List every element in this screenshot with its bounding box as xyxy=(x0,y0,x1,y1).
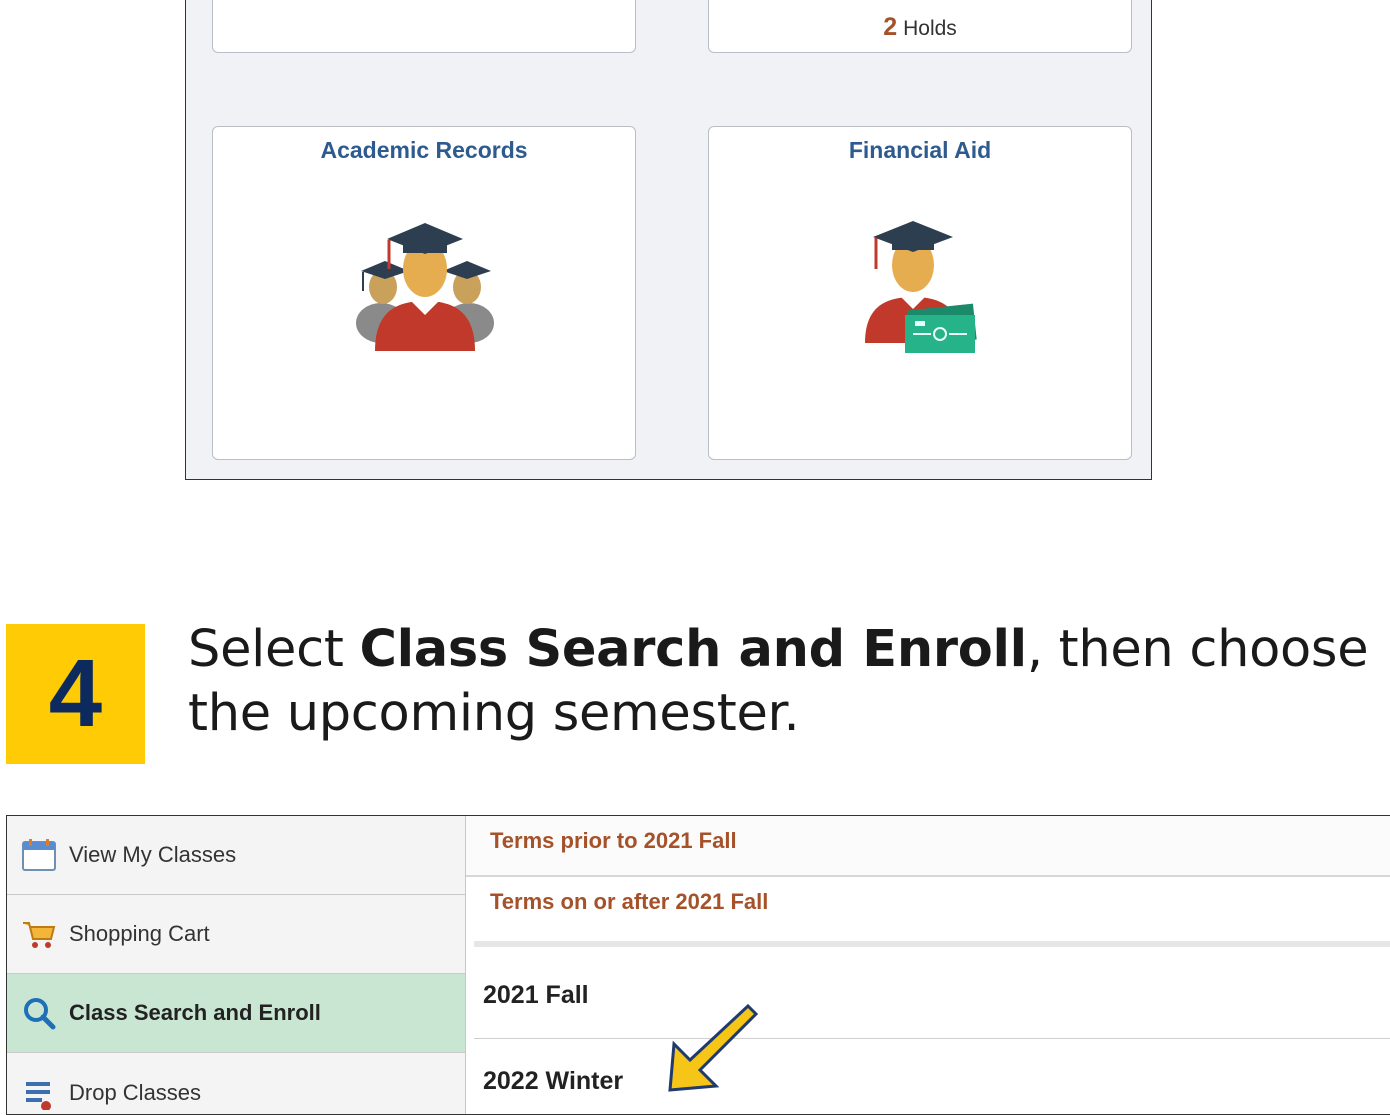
nav-item-view-my-classes[interactable]: View My Classes xyxy=(7,816,465,895)
terms-after-header[interactable]: Terms on or after 2021 Fall xyxy=(466,877,1390,938)
section-divider xyxy=(474,941,1390,947)
holds-summary: 2 Holds xyxy=(709,13,1131,42)
holds-tile[interactable]: 2 Holds xyxy=(708,0,1132,53)
nav-item-label: Class Search and Enroll xyxy=(69,1000,321,1025)
term-row-2021-fall[interactable]: 2021 Fall xyxy=(474,953,1390,1038)
term-row-2022-winter[interactable]: 2022 Winter xyxy=(474,1038,1390,1114)
holds-label: Holds xyxy=(903,17,957,40)
financial-aid-tile[interactable]: Financial Aid xyxy=(708,126,1132,460)
financial-aid-title: Financial Aid xyxy=(848,137,992,163)
calendar-icon xyxy=(19,835,59,875)
academic-records-tile[interactable]: Academic Records xyxy=(212,126,636,460)
left-nav: View My Classes Shopping Cart Class Sear… xyxy=(7,816,466,1114)
step-text-bold: Class Search and Enroll xyxy=(359,620,1027,679)
term-label: 2022 Winter xyxy=(483,1066,624,1095)
term-panel: Terms prior to 2021 Fall Terms on or aft… xyxy=(466,816,1390,1114)
nav-item-label: View My Classes xyxy=(69,842,237,867)
shopping-cart-icon xyxy=(19,914,59,954)
graduate-money-icon xyxy=(865,221,977,353)
bottom-screenshot: View My Classes Shopping Cart Class Sear… xyxy=(6,815,1390,1115)
search-icon xyxy=(19,993,59,1033)
term-label: 2021 Fall xyxy=(483,981,589,1009)
nav-item-drop-classes[interactable]: Drop Classes xyxy=(7,1054,465,1114)
holds-count: 2 xyxy=(883,13,898,41)
tile-top-left[interactable] xyxy=(212,0,636,53)
top-screenshot: 2 Holds Academic Records Financial Aid xyxy=(185,0,1152,480)
nav-item-label: Drop Classes xyxy=(69,1080,202,1105)
step-number-badge: 4 xyxy=(6,624,145,764)
nav-item-label: Shopping Cart xyxy=(69,921,210,946)
nav-item-shopping-cart[interactable]: Shopping Cart xyxy=(7,895,465,974)
drop-classes-icon xyxy=(19,1073,59,1113)
nav-item-class-search-and-enroll[interactable]: Class Search and Enroll xyxy=(7,974,465,1053)
pointer-arrow-icon xyxy=(668,1003,759,1092)
academic-records-title: Academic Records xyxy=(320,137,528,163)
step-text-before: Select xyxy=(188,620,360,679)
terms-prior-header[interactable]: Terms prior to 2021 Fall xyxy=(466,816,1390,877)
graduates-group-icon xyxy=(356,223,494,351)
step-instruction: Select Class Search and Enroll, then cho… xyxy=(188,618,1378,746)
